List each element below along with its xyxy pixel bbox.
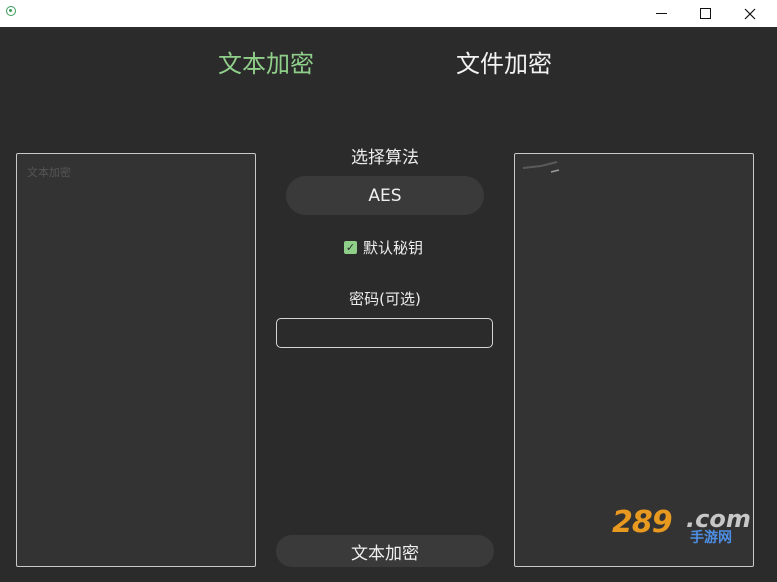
default-key-checkbox[interactable]: ✓ <box>344 241 357 254</box>
watermark-logo: 289 .com 手游网 <box>612 505 757 546</box>
maximize-icon[interactable] <box>682 0 728 27</box>
tab-file-encrypt[interactable]: 文件加密 <box>456 44 552 79</box>
title-bar <box>0 0 777 27</box>
algorithm-value: AES <box>368 185 402 206</box>
minimize-icon[interactable] <box>638 0 684 27</box>
app-icon <box>6 6 16 16</box>
tab-text-encrypt[interactable]: 文本加密 <box>218 44 314 79</box>
password-input[interactable] <box>276 318 493 348</box>
algorithm-select[interactable]: AES <box>286 176 484 215</box>
plaintext-input[interactable]: 文本加密 <box>16 153 256 567</box>
watermark-number: 289 <box>612 505 673 540</box>
cursor-mark-icon <box>522 161 560 173</box>
plaintext-placeholder: 文本加密 <box>27 166 71 179</box>
close-icon[interactable] <box>727 0 773 27</box>
default-key-label: 默认秘钥 <box>363 239 424 257</box>
algorithm-label: 选择算法 <box>351 148 419 168</box>
encrypt-button-label: 文本加密 <box>351 543 419 564</box>
password-label: 密码(可选) <box>349 290 421 308</box>
watermark-subtitle: 手游网 <box>690 530 732 546</box>
default-key-checkbox-row[interactable]: ✓ 默认秘钥 <box>344 237 423 258</box>
encrypt-button[interactable]: 文本加密 <box>276 535 494 567</box>
